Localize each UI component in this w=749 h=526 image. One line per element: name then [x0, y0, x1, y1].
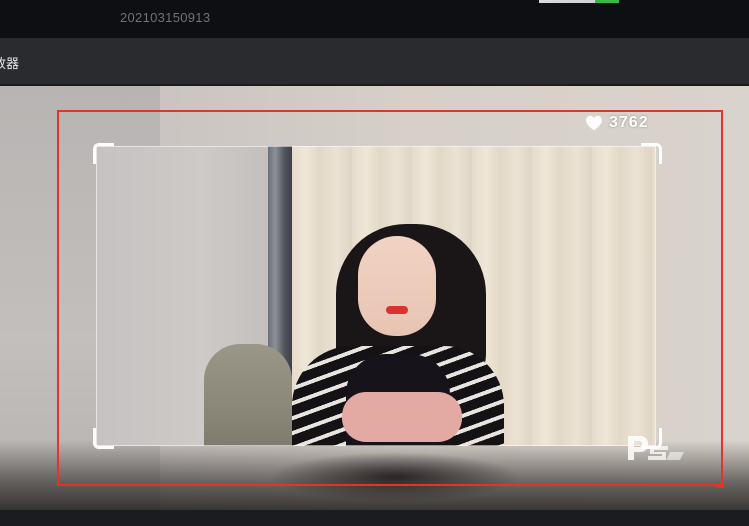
bottom-blur-blob [270, 452, 520, 502]
selection-resize-handle[interactable] [716, 480, 724, 488]
likes-counter[interactable]: 3762 [585, 114, 649, 132]
video-id-text: 202103150913 [120, 10, 211, 25]
corner-bracket-top-right [641, 143, 662, 164]
player-title-bar: 放器 [0, 38, 749, 86]
capture-frame [96, 146, 656, 446]
player-title: 放器 [0, 56, 20, 71]
likes-count: 3762 [609, 114, 649, 131]
heart-icon [585, 115, 603, 131]
corner-bracket-bottom-left [93, 428, 114, 449]
corner-bracket-top-left [93, 143, 114, 164]
top-bar: 202103150913 [0, 0, 749, 38]
video-stage[interactable]: 3762 [0, 86, 749, 510]
thumbnail-strip[interactable] [539, 0, 619, 3]
ps-watermark-icon [624, 432, 688, 464]
bottom-bar [0, 510, 749, 526]
